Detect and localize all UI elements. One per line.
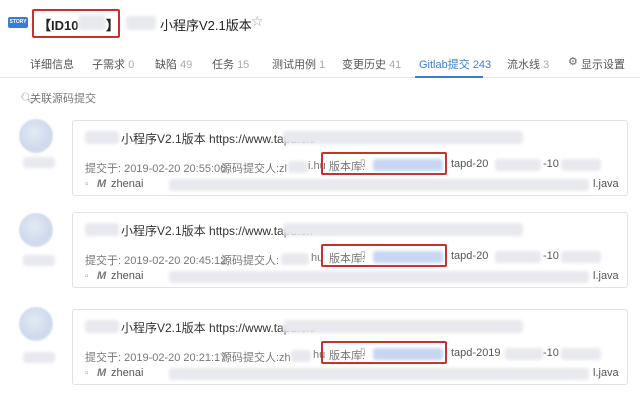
repo-icon: ▯ [360,250,366,261]
branch-redacted [505,348,543,360]
commit-time: 提交于: 2019-02-20 20:21:17 [85,352,227,364]
active-tab-indicator [415,76,483,78]
tab-bugs[interactable]: 缺陷 49 [155,56,192,72]
avatar [19,307,53,341]
tab-tasks[interactable]: 任务 15 [212,56,249,72]
change-author: zhenai [111,178,144,190]
repo-name-redacted[interactable] [373,348,443,360]
commit-time: 提交于: 2019-02-20 20:45:12 [85,255,227,267]
branch-end-redacted [561,251,601,263]
commit-author-label: 源码提交人:zl [221,163,287,175]
modified-icon: M [97,270,107,282]
file-path-redacted [169,271,589,283]
file-icon: ▫ [85,368,89,379]
branch-redacted [495,251,541,263]
tab-display-settings[interactable]: 显示设置 [581,56,625,72]
change-author: zhenai [111,270,144,282]
link-commit-search-input[interactable] [30,91,170,107]
branch-tail: -10 [543,250,559,262]
author-redacted [281,253,309,265]
commit-card[interactable]: 小程序V2.1版本 https://www.tapd.cn/ 提交于: 2019… [72,309,628,385]
story-id-suffix: 】 [106,18,120,33]
commit-url-redacted [283,320,523,333]
tab-change-history[interactable]: 变更历史 41 [342,56,401,72]
page-title: 小程序V2.1版本 [160,18,252,33]
tab-gitlab-commits[interactable]: Gitlab提交 243 [419,56,491,72]
commit-url-redacted [283,223,523,236]
branch-tail: -10 [543,347,559,359]
tab-pipeline[interactable]: 流水线 3 [507,56,549,72]
commit-prefix-redacted [85,131,119,144]
committer-name-redacted [23,352,55,363]
modified-icon: M [97,367,107,379]
branch-end-redacted [561,348,601,360]
branch-prefix: tapd-20 [451,158,489,170]
file-extension[interactable]: l.java [593,270,619,282]
modified-icon: M [97,178,107,190]
branch-end-redacted [561,159,601,171]
avatar [19,213,53,247]
tab-details[interactable]: 详细信息 [30,56,74,72]
branch-prefix: tapd-20 [451,250,489,262]
repo-name-redacted[interactable] [373,251,443,263]
commit-prefix-redacted [85,223,119,236]
commit-author-label: 源码提交人: [221,255,280,267]
gear-icon[interactable]: ⚙ [568,55,578,68]
file-extension[interactable]: l.java [593,178,619,190]
file-icon: ▫ [85,179,89,190]
commit-prefix-redacted [85,320,119,333]
commit-time: 提交于: 2019-02-20 20:55:06 [85,163,227,175]
tab-test-cases[interactable]: 测试用例 1 [272,56,325,72]
file-extension[interactable]: l.java [593,367,619,379]
committer-name-redacted [23,255,55,266]
repo-name-redacted[interactable] [373,159,443,171]
title-redacted [126,16,156,30]
commit-author-label: 源码提交人:zh [221,352,291,364]
story-header: STORY 【ID10 】 小程序V2.1版本 ☆ [0,0,640,46]
author-redacted [291,350,311,362]
repo-icon: ▯ [360,347,366,358]
tab-bar: 详细信息 子需求 0 缺陷 49 任务 15 测试用例 1 变更历史 41 Gi… [0,48,640,78]
file-path-redacted [169,368,589,380]
commit-card[interactable]: 小程序V2.1版本 https://www.tapd.cn/ 提交于: 2019… [72,120,628,196]
repo-icon: ▯ [360,158,366,169]
change-author: zhenai [111,367,144,379]
commit-card[interactable]: 小程序V2.1版本 https://www.tapd.cn 提交于: 2019-… [72,212,628,288]
committer-name-redacted [23,157,55,168]
commit-url-redacted [283,131,523,144]
story-id-redacted [78,15,106,30]
author-redacted [288,161,308,173]
file-path-redacted [169,179,589,191]
tab-sub-requirements[interactable]: 子需求 0 [92,56,134,72]
story-badge: STORY [8,17,28,28]
story-id-prefix: 【ID10 [38,18,79,33]
branch-tail: -10 [543,158,559,170]
star-icon[interactable]: ☆ [251,13,264,30]
branch-prefix: tapd-2019 [451,347,501,359]
file-icon: ▫ [85,271,89,282]
avatar [19,119,53,153]
branch-redacted [495,159,541,171]
